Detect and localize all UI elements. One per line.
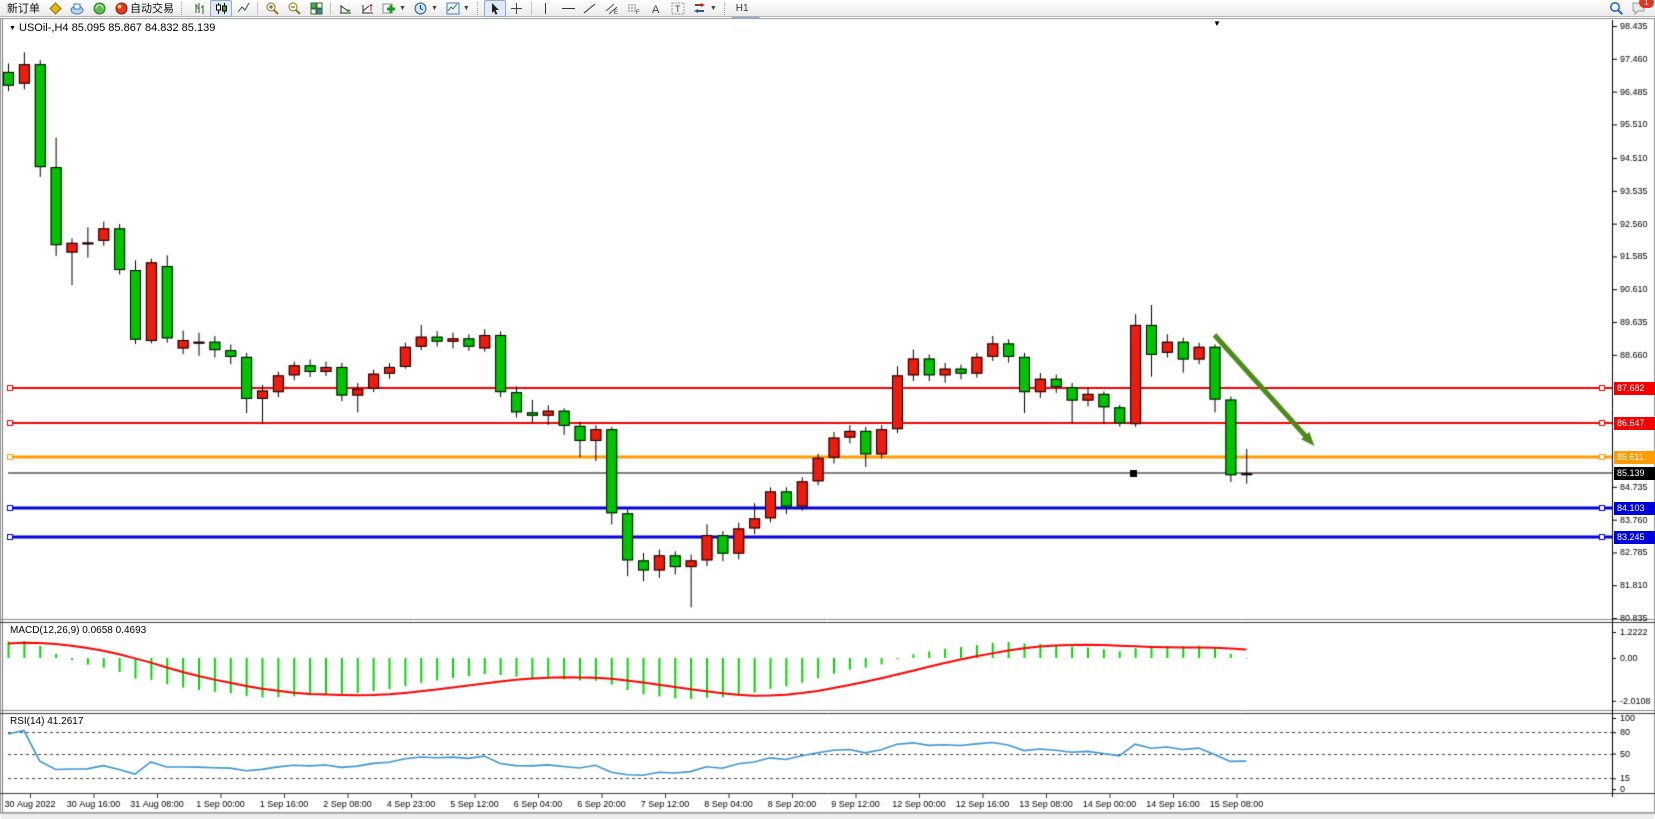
styler-icon	[48, 1, 62, 15]
toolbar-grip	[477, 2, 481, 15]
zoom-out-button[interactable]	[283, 0, 305, 17]
svg-text:E: E	[614, 10, 618, 15]
horizontal-line-tool-button[interactable]	[557, 0, 579, 17]
market-watch-button[interactable]	[88, 0, 110, 17]
template-icon	[446, 1, 460, 15]
chart-shift-marker-icon[interactable]: ▼	[1213, 19, 1221, 28]
styler-button[interactable]	[44, 0, 66, 17]
channel-icon: E	[605, 1, 619, 15]
dropdown-caret-icon: ▼	[710, 5, 717, 12]
vertical-line-tool-button[interactable]	[535, 0, 557, 17]
price-badge-84.103: 84.103	[1614, 502, 1655, 515]
chart-title: ▼ USOil-,H4 85.095 85.867 84.832 85.139	[9, 22, 215, 34]
autotrading-label: 自动交易	[130, 0, 174, 16]
shapes-icon	[693, 1, 707, 15]
text-label-tool-button[interactable]: T	[667, 0, 689, 17]
rsi-indicator-label: RSI(14) 41.2617	[10, 716, 83, 727]
line-chart-button[interactable]	[232, 0, 254, 17]
collapse-triangle-icon: ▼	[9, 25, 16, 32]
price-badge-86.647: 86.647	[1614, 417, 1655, 430]
trendline-icon	[583, 1, 597, 15]
svg-text:A: A	[652, 4, 660, 15]
notification-count-badge: 1	[1639, 0, 1654, 8]
templates-button[interactable]: ▼	[442, 0, 474, 17]
new-order-button[interactable]: 新订单	[3, 0, 44, 17]
periods-button[interactable]: ▼	[410, 0, 442, 17]
notifications-button[interactable]: 1	[1627, 0, 1649, 17]
cursor-icon	[488, 1, 502, 15]
svg-text:F: F	[636, 10, 640, 15]
tile-windows-icon	[309, 1, 323, 15]
price-badge-87.682: 87.682	[1614, 382, 1655, 395]
price-badge-83.245: 83.245	[1614, 531, 1655, 544]
fibonacci-tool-button[interactable]: F	[623, 0, 645, 17]
arrows-tool-button[interactable]: ▼	[689, 0, 721, 17]
timeframe-button-H1[interactable]: H1	[731, 0, 760, 17]
auto-scroll-icon	[338, 1, 352, 15]
market-watch-icon	[92, 1, 106, 15]
clock-icon	[414, 1, 428, 15]
equidistant-channel-tool-button[interactable]: E	[601, 0, 623, 17]
trendline-tool-button[interactable]	[579, 0, 601, 17]
toolbar-grip	[181, 2, 185, 15]
text-tool-button[interactable]: A	[645, 0, 667, 17]
trading-terminal-window: { "toolbar": { "new_order_label": "新订单",…	[0, 0, 1655, 819]
add-indicator-icon	[382, 1, 396, 15]
zoom-out-icon	[287, 1, 301, 15]
price-badge-85.611: 85.611	[1614, 451, 1655, 464]
chart-symbol-label: USOil-,H4	[19, 22, 69, 34]
indicators-button[interactable]: ▼	[378, 0, 410, 17]
svg-text:T: T	[675, 4, 681, 14]
fibonacci-icon: F	[627, 1, 641, 15]
zoom-in-button[interactable]	[261, 0, 283, 17]
toolbar-separator	[330, 2, 331, 15]
main-toolbar: 新订单 自动交易	[0, 0, 1655, 17]
dropdown-caret-icon: ▼	[463, 5, 470, 12]
search-button[interactable]	[1605, 0, 1627, 17]
dropdown-caret-icon: ▼	[431, 5, 438, 12]
toolbar-separator	[531, 2, 532, 15]
chart-window-icon	[70, 1, 84, 15]
autotrading-icon	[114, 1, 128, 15]
price-badge-85.139: 85.139	[1614, 467, 1655, 480]
auto-scroll-button[interactable]	[334, 0, 356, 17]
price-chart-canvas[interactable]	[0, 18, 1655, 819]
chart-area: ▼ USOil-,H4 85.095 85.867 84.832 85.139 …	[0, 18, 1655, 819]
tile-windows-button[interactable]	[305, 0, 327, 17]
toolbar-grip	[724, 2, 728, 15]
toolbar-right-group: 1	[1605, 0, 1649, 17]
cursor-tool-button[interactable]	[484, 0, 506, 17]
bar-chart-icon	[192, 1, 206, 15]
search-icon	[1609, 1, 1623, 15]
new-chart-button[interactable]	[66, 0, 88, 17]
candlestick-chart-icon	[214, 1, 228, 15]
crosshair-icon	[510, 1, 524, 15]
crosshair-tool-button[interactable]	[506, 0, 528, 17]
line-chart-icon	[236, 1, 250, 15]
autotrading-button[interactable]: 自动交易	[110, 0, 178, 17]
chart-ohlc-values: 85.095 85.867 84.832 85.139	[72, 22, 216, 34]
toolbar-separator	[257, 2, 258, 15]
dropdown-caret-icon: ▼	[399, 5, 406, 12]
zoom-in-icon	[265, 1, 279, 15]
vertical-line-icon	[539, 1, 553, 15]
chart-shift-button[interactable]	[356, 0, 378, 17]
horizontal-line-icon	[561, 1, 575, 15]
text-icon: A	[649, 1, 663, 15]
macd-indicator-label: MACD(12,26,9) 0.0658 0.4693	[10, 625, 146, 636]
chart-shift-icon	[360, 1, 374, 15]
bar-chart-button[interactable]	[188, 0, 210, 17]
candlestick-chart-button[interactable]	[210, 0, 232, 17]
text-label-icon: T	[671, 1, 685, 15]
